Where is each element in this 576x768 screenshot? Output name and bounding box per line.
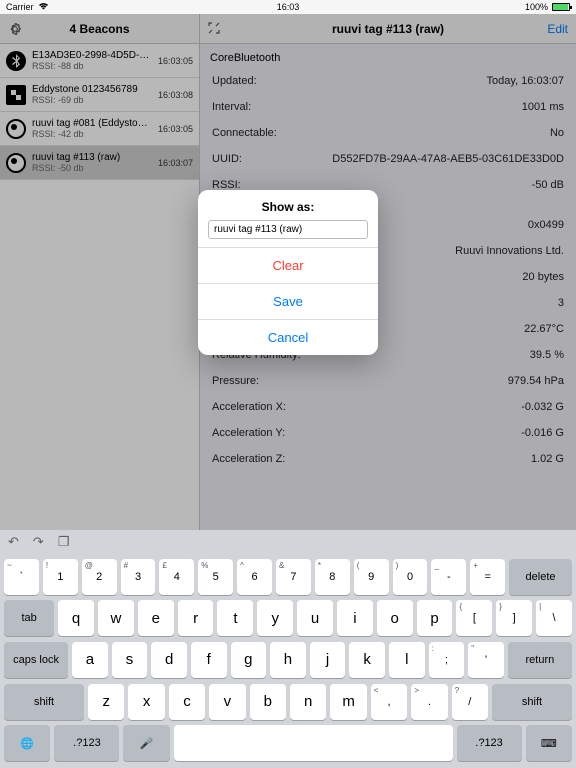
keyboard: ↶ ↷ ❐ ~`!1@2#3£4%5^6&7*8(9)0_-+=delete t… [0,530,576,768]
key-s[interactable]: s [112,642,148,678]
key-4[interactable]: £4 [159,559,194,595]
undo-icon[interactable]: ↶ [8,534,19,550]
key-'[interactable]: "' [468,642,504,678]
key-][interactable]: }] [496,600,532,636]
key-tab[interactable]: tab [4,600,54,636]
key-;[interactable]: :; [429,642,465,678]
key-space[interactable] [174,725,453,761]
clipboard-icon[interactable]: ❐ [58,534,70,550]
key-numeric-right[interactable]: .?123 [457,725,522,761]
status-bar: Carrier 16:03 100% [0,0,576,14]
key-u[interactable]: u [297,600,333,636]
key-shift-right[interactable]: shift [492,684,572,720]
key-capslock[interactable]: caps lock [4,642,68,678]
modal-overlay: Show as: Clear Save Cancel [0,14,576,530]
carrier-label: Carrier [6,2,34,12]
key-l[interactable]: l [389,642,425,678]
key-delete[interactable]: delete [509,559,572,595]
key-b[interactable]: b [250,684,286,720]
key-return[interactable]: return [508,642,572,678]
key-z[interactable]: z [88,684,124,720]
key-x[interactable]: x [128,684,164,720]
cancel-button[interactable]: Cancel [198,319,378,355]
keyboard-toolbar: ↶ ↷ ❐ [0,530,576,554]
battery-percent: 100% [525,2,548,12]
key-`[interactable]: ~` [4,559,39,595]
redo-icon[interactable]: ↷ [33,534,44,550]
key-3[interactable]: #3 [121,559,156,595]
key-p[interactable]: p [417,600,453,636]
key-numeric-left[interactable]: .?123 [54,725,119,761]
key-r[interactable]: r [178,600,214,636]
wifi-icon [38,2,49,12]
key-.[interactable]: >. [411,684,447,720]
key-w[interactable]: w [98,600,134,636]
key-v[interactable]: v [209,684,245,720]
key-q[interactable]: q [58,600,94,636]
key-5[interactable]: %5 [198,559,233,595]
key-n[interactable]: n [290,684,326,720]
key-[[interactable]: {[ [456,600,492,636]
key-g[interactable]: g [231,642,267,678]
key-2[interactable]: @2 [82,559,117,595]
battery-icon [552,3,570,11]
key-dictation[interactable]: 🎤 [123,725,169,761]
key-,[interactable]: <, [371,684,407,720]
save-button[interactable]: Save [198,283,378,319]
key-=[interactable]: += [470,559,505,595]
key-shift-left[interactable]: shift [4,684,84,720]
key-9[interactable]: (9 [354,559,389,595]
key-globe[interactable]: 🌐 [4,725,50,761]
key-d[interactable]: d [151,642,187,678]
show-as-dialog: Show as: Clear Save Cancel [198,190,378,355]
key-0[interactable]: )0 [393,559,428,595]
key-o[interactable]: o [377,600,413,636]
key-k[interactable]: k [349,642,385,678]
key-y[interactable]: y [257,600,293,636]
key-t[interactable]: t [217,600,253,636]
key-h[interactable]: h [270,642,306,678]
show-as-input[interactable] [208,220,368,239]
key-/[interactable]: ?/ [452,684,488,720]
key--[interactable]: _- [431,559,466,595]
key-1[interactable]: !1 [43,559,78,595]
key-6[interactable]: ^6 [237,559,272,595]
clear-button[interactable]: Clear [198,247,378,283]
key-\[interactable]: |\ [536,600,572,636]
key-hide-keyboard[interactable]: ⌨ [526,725,572,761]
status-time: 16:03 [277,2,300,12]
key-f[interactable]: f [191,642,227,678]
key-j[interactable]: j [310,642,346,678]
key-8[interactable]: *8 [315,559,350,595]
dialog-title: Show as: [198,190,378,220]
key-c[interactable]: c [169,684,205,720]
key-7[interactable]: &7 [276,559,311,595]
key-a[interactable]: a [72,642,108,678]
key-m[interactable]: m [330,684,366,720]
key-i[interactable]: i [337,600,373,636]
key-e[interactable]: e [138,600,174,636]
